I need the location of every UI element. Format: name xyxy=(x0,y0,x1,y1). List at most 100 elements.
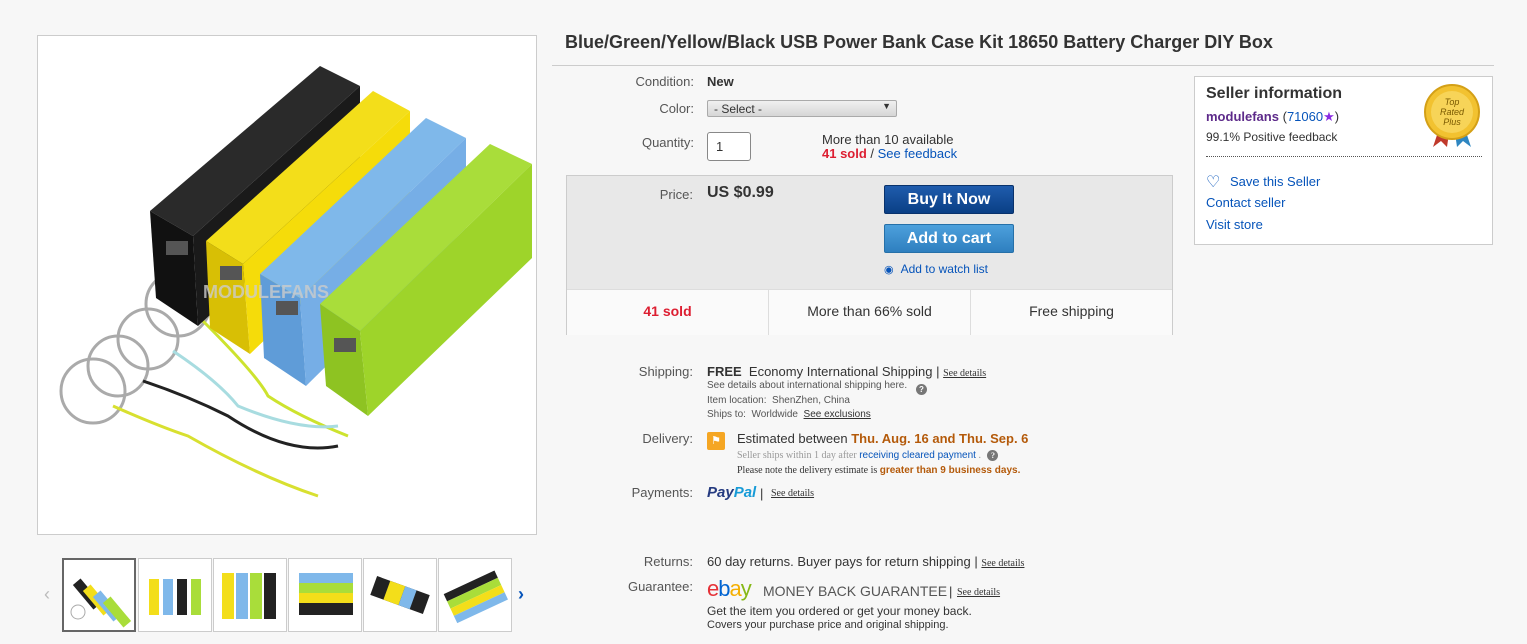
save-seller-link[interactable]: ♡ Save this Seller xyxy=(1206,171,1320,191)
thumbnail-4[interactable] xyxy=(288,558,362,632)
ebay-e: e xyxy=(707,576,719,601)
shipping-see-details-link[interactable]: See details xyxy=(943,368,986,379)
seller-info-box: Seller information modulefans (71060★) 9… xyxy=(1194,76,1493,245)
delivery-note-emph: greater than 9 business days. xyxy=(879,465,1021,476)
returns-text: 60 day returns. Buyer pays for return sh… xyxy=(707,554,971,569)
quantity-sep: / xyxy=(866,146,878,161)
guarantee-line1: Get the item you ordered or get your mon… xyxy=(707,604,972,618)
returns-sep: | xyxy=(974,554,978,569)
returns-label: Returns: xyxy=(643,554,693,569)
color-select-value: - Select - xyxy=(714,102,763,116)
shipping-method: Economy International Shipping xyxy=(748,364,933,379)
delivery-estimate-prefix: Estimated between xyxy=(737,431,848,446)
help-icon[interactable]: ? xyxy=(915,384,927,395)
seller-divider xyxy=(1206,156,1482,157)
thumbnail-2[interactable] xyxy=(138,558,212,632)
stat-free-shipping: Free shipping xyxy=(1029,303,1114,319)
returns-see-details-link[interactable]: See details xyxy=(981,558,1024,569)
quantity-label: Quantity: xyxy=(641,135,694,150)
returns-line: 60 day returns. Buyer pays for return sh… xyxy=(707,554,1024,569)
contact-seller-link[interactable]: Contact seller xyxy=(1206,195,1285,210)
product-title: Blue/Green/Yellow/Black USB Power Bank C… xyxy=(565,32,1273,52)
delivery-note-prefix: Please note the delivery estimate is xyxy=(737,465,878,476)
delivery-handling-prefix: Seller ships within 1 day after xyxy=(737,450,857,461)
badge-line-1: Top xyxy=(1444,97,1460,107)
visit-store-link[interactable]: Visit store xyxy=(1206,217,1263,232)
price-label: Price: xyxy=(659,187,693,202)
guarantee-see-details-link[interactable]: See details xyxy=(957,587,1000,598)
item-location-label: Item location: xyxy=(707,395,767,406)
paypal-pay: Pay xyxy=(707,484,734,501)
save-seller-label: Save this Seller xyxy=(1229,174,1321,189)
buy-it-now-button[interactable]: Buy It Now xyxy=(884,185,1014,214)
shipping-sep: | xyxy=(936,364,940,379)
watch-list-label: Add to watch list xyxy=(900,262,988,276)
condition-value: New xyxy=(707,74,734,89)
shipping-intl-note: See details about international shipping… xyxy=(707,380,927,395)
seller-heading: Seller information xyxy=(1206,85,1343,102)
star-icon: ★ xyxy=(1323,109,1335,124)
shipping-label: Shipping: xyxy=(638,364,693,379)
money-back-guarantee: MONEY BACK GUARANTEE xyxy=(763,583,948,599)
add-to-cart-button[interactable]: Add to cart xyxy=(884,224,1014,253)
shipping-free: FREE xyxy=(707,364,742,379)
thumbnail-1[interactable] xyxy=(62,558,136,632)
paypal-logo: PayPal xyxy=(707,484,756,501)
ships-to-label: Ships to: xyxy=(707,409,746,420)
delivery-label: Delivery: xyxy=(642,431,693,446)
main-product-image[interactable]: MODULEFANS xyxy=(37,35,537,535)
ships-to-value: Worldwide xyxy=(751,409,798,420)
title-divider xyxy=(552,65,1494,66)
eye-icon: ◉ xyxy=(884,264,894,276)
help-icon[interactable]: ? xyxy=(987,450,999,462)
item-location: Item location: ShenZhen, China xyxy=(707,395,850,406)
thumbnail-5[interactable] xyxy=(363,558,437,632)
quantity-available: More than 10 available xyxy=(822,132,954,147)
condition-label: Condition: xyxy=(635,74,694,89)
image-watermark: MODULEFANS xyxy=(203,282,329,302)
guarantee-line2: Covers your purchase price and original … xyxy=(707,619,949,631)
payments-see-details-link[interactable]: See details xyxy=(771,488,814,499)
paypal-pal: Pal xyxy=(733,484,757,501)
badge-text: Top Rated Plus xyxy=(1419,97,1485,127)
watch-list-link[interactable]: ◉ Add to watch list xyxy=(884,262,988,276)
color-label: Color: xyxy=(659,101,694,116)
ebay-a: a xyxy=(729,576,742,601)
thumbnail-6[interactable] xyxy=(438,558,512,632)
thumbs-prev-arrow[interactable]: ‹ xyxy=(44,584,50,605)
chevron-down-icon: ▼ xyxy=(882,101,891,111)
delivery-handling: Seller ships within 1 day after receivin… xyxy=(737,450,999,462)
cleared-payment-link[interactable]: receiving cleared payment xyxy=(859,450,976,461)
thumbnail-3[interactable] xyxy=(213,558,287,632)
stat-sold: 41 sold xyxy=(643,303,692,319)
price-value: US $0.99 xyxy=(707,184,774,201)
delivery-note: Please note the delivery estimate is gre… xyxy=(737,465,1020,476)
seller-score-link[interactable]: 71060 xyxy=(1287,109,1323,124)
stats-row: 41 sold More than 66% sold Free shipping xyxy=(567,289,1172,335)
quantity-sold: 41 sold xyxy=(822,146,867,161)
seller-score-close: ) xyxy=(1334,109,1340,124)
ebay-logo: ebay xyxy=(707,576,752,602)
see-exclusions-link[interactable]: See exclusions xyxy=(804,409,871,420)
see-feedback-link[interactable]: See feedback xyxy=(878,146,958,161)
guarantee-sep: | xyxy=(949,584,953,599)
delivery-estimate: Estimated between Thu. Aug. 16 and Thu. … xyxy=(737,431,1028,446)
heart-icon: ♡ xyxy=(1206,174,1221,191)
item-location-value: ShenZhen, China xyxy=(772,395,850,406)
ships-to: Ships to: Worldwide See exclusions xyxy=(707,409,871,420)
delivery-dates: Thu. Aug. 16 and Thu. Sep. 6 xyxy=(851,431,1029,446)
payments-sep: | xyxy=(760,486,764,501)
badge-line-2: Rated xyxy=(1439,107,1465,117)
quantity-input[interactable]: 1 xyxy=(707,132,751,161)
seller-name-link[interactable]: modulefans xyxy=(1206,109,1279,124)
color-select[interactable]: - Select - ▼ xyxy=(707,100,897,117)
seller-positive-feedback: 99.1% Positive feedback xyxy=(1206,130,1338,144)
stat-percent-sold: More than 66% sold xyxy=(807,303,932,319)
thumbs-next-arrow[interactable]: › xyxy=(518,584,524,605)
top-rated-plus-badge: Top Rated Plus xyxy=(1419,83,1485,149)
seller-name-line: modulefans (71060★) xyxy=(1206,109,1339,125)
payments-label: Payments: xyxy=(631,485,693,500)
badge-line-3: Plus xyxy=(1443,117,1461,127)
quantity-sold-line: 41 sold / See feedback xyxy=(822,146,957,161)
delivery-handling-suffix: . xyxy=(978,450,981,461)
